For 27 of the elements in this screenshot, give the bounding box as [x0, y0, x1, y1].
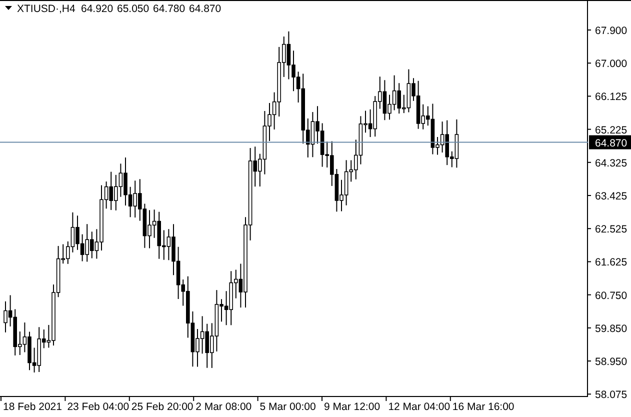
price-axis-label: 64.325: [595, 157, 628, 170]
price-axis-label: 67.000: [595, 58, 628, 70]
time-axis-label: 25 Feb 20:00: [131, 401, 194, 413]
dropdown-triangle-icon[interactable]: [5, 6, 12, 10]
price-axis-label: 61.625: [595, 256, 628, 269]
ohlc-value: 65.050: [117, 3, 150, 15]
price-axis-label: 66.125: [595, 91, 628, 104]
time-axis-label: 18 Feb 2021: [3, 401, 62, 413]
time-axis-label: 9 Mar 12:00: [324, 401, 380, 413]
time-axis-label: 23 Feb 04:00: [67, 401, 130, 413]
price-axis-label: 59.850: [595, 322, 628, 335]
ohlc-value: 64.780: [153, 3, 186, 15]
price-axis-label: 65.225: [595, 124, 628, 136]
price-axis-label: 67.900: [595, 25, 628, 37]
price-axis-label: 62.525: [595, 224, 628, 236]
price-axis-label: 58.075: [595, 389, 628, 402]
ohlc-value: 64.920: [81, 3, 114, 15]
ohlc-value: 64.870: [189, 3, 222, 15]
time-axis-label: 2 Mar 08:00: [196, 401, 252, 413]
price-axis-label: 60.750: [595, 290, 628, 302]
time-axis-label: 12 Mar 04:00: [388, 401, 450, 413]
time-axis-label: 16 Mar 16:00: [452, 401, 514, 413]
current-price-tag: 64.870: [589, 135, 631, 150]
price-axis-label: 63.425: [595, 190, 628, 202]
time-axis-label: 5 Mar 00:00: [260, 401, 316, 413]
symbol-label: XTIUSD·,H4: [17, 3, 76, 15]
price-axis-label: 58.950: [595, 356, 628, 368]
